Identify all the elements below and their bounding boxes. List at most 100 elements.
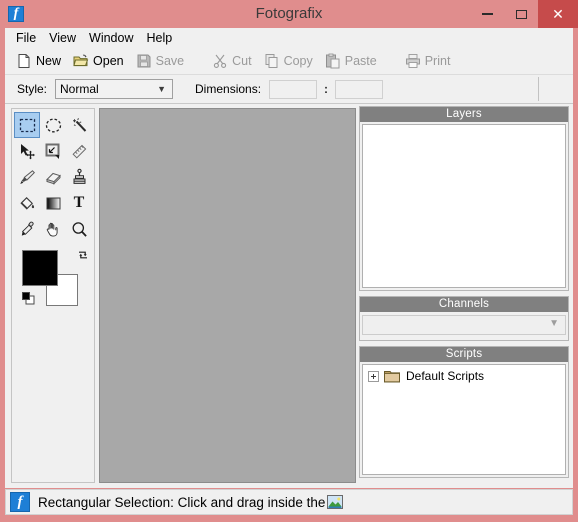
- style-label: Style:: [17, 82, 48, 96]
- right-dock: Layers Channels ▼ Scripts Default Script…: [359, 106, 569, 483]
- move-tool[interactable]: [14, 138, 40, 164]
- tool-options-bar: Style: Normal ▼ Dimensions: :: [5, 75, 573, 104]
- channels-dropdown[interactable]: ▼: [362, 315, 566, 335]
- print-button-label: Print: [424, 54, 451, 68]
- open-folder-icon: [73, 53, 89, 69]
- status-bar: f Rectangular Selection: Click and drag …: [5, 489, 573, 515]
- menu-item-file[interactable]: File: [12, 28, 45, 48]
- open-button-label: Open: [93, 54, 124, 68]
- eraser-tool[interactable]: [40, 164, 66, 190]
- text-t-icon: T: [73, 194, 85, 211]
- fotografix-f-icon: f: [10, 492, 30, 512]
- tool-palette: T: [11, 108, 95, 483]
- folder-icon: [384, 369, 400, 383]
- cut-button-label: Cut: [232, 54, 252, 68]
- layers-panel-title: Layers: [360, 107, 568, 122]
- print-button[interactable]: Print: [399, 50, 457, 72]
- new-page-icon: [16, 53, 32, 69]
- paintbrush-icon: [18, 168, 37, 187]
- style-dropdown[interactable]: Normal ▼: [55, 79, 174, 99]
- plus-expander-icon[interactable]: [368, 370, 379, 382]
- style-dropdown-value: Normal: [60, 82, 99, 96]
- crop-tool[interactable]: [40, 138, 66, 164]
- image-thumbnail-icon: [327, 494, 344, 510]
- open-button[interactable]: Open: [67, 50, 130, 72]
- dimension-separator: :: [324, 82, 329, 96]
- eraser-icon: [44, 168, 63, 187]
- elliptical-selection-tool[interactable]: [40, 112, 66, 138]
- eyedropper-icon: [18, 220, 37, 239]
- paste-icon: [325, 53, 341, 69]
- status-icon-glyph: f: [17, 494, 23, 510]
- copy-button[interactable]: Copy: [258, 50, 319, 72]
- menu-item-window[interactable]: Window: [85, 28, 142, 48]
- copy-button-label: Copy: [283, 54, 313, 68]
- chevron-down-icon: ▼: [157, 84, 167, 94]
- clone-stamp-icon: [70, 168, 89, 187]
- copy-icon: [264, 53, 280, 69]
- brush-tool[interactable]: [14, 164, 40, 190]
- window-controls: ✕: [470, 0, 578, 28]
- close-icon: ✕: [552, 6, 564, 22]
- close-button[interactable]: ✕: [538, 0, 578, 28]
- dimension-width-input[interactable]: [269, 79, 318, 99]
- magnifier-icon: [70, 220, 89, 239]
- status-message: Rectangular Selection: Click and drag in…: [38, 494, 326, 510]
- magic-wand-icon: [70, 116, 89, 135]
- menu-item-help[interactable]: Help: [143, 28, 182, 48]
- swap-colors-icon[interactable]: [76, 248, 90, 262]
- app-icon-glyph: f: [13, 6, 19, 21]
- color-picker-swatches: [22, 250, 87, 306]
- clone-stamp-tool[interactable]: [66, 164, 92, 190]
- layers-panel: Layers: [359, 106, 569, 291]
- cut-button[interactable]: Cut: [206, 50, 257, 72]
- paint-bucket-tool[interactable]: [14, 190, 40, 216]
- rectangular-marquee-icon: [18, 116, 37, 135]
- new-button-label: New: [36, 54, 62, 68]
- zoom-tool[interactable]: [66, 216, 92, 242]
- crop-icon: [44, 142, 63, 161]
- printer-icon: [405, 53, 421, 69]
- title-bar: f Fotografix ✕: [0, 0, 578, 28]
- measure-tool[interactable]: [66, 138, 92, 164]
- hand-tool[interactable]: [40, 216, 66, 242]
- default-colors-icon[interactable]: [22, 292, 35, 305]
- client-area: File View Window Help New Open Save Cut …: [5, 28, 573, 488]
- text-tool[interactable]: T: [66, 190, 92, 216]
- tree-item-label: Default Scripts: [406, 369, 485, 383]
- gradient-tool[interactable]: [40, 190, 66, 216]
- maximize-icon: [515, 9, 527, 19]
- paste-button-label: Paste: [344, 54, 377, 68]
- save-button[interactable]: Save: [130, 50, 191, 72]
- menu-bar: File View Window Help: [5, 28, 573, 48]
- paint-bucket-icon: [18, 194, 37, 213]
- scripts-panel-title: Scripts: [360, 347, 568, 362]
- menu-item-view[interactable]: View: [45, 28, 85, 48]
- paste-button[interactable]: Paste: [319, 50, 383, 72]
- magic-wand-tool[interactable]: [66, 112, 92, 138]
- move-arrow-icon: [18, 142, 37, 161]
- canvas-workspace[interactable]: [99, 108, 356, 483]
- save-button-label: Save: [155, 54, 185, 68]
- layers-list[interactable]: [362, 124, 566, 288]
- maximize-button[interactable]: [504, 0, 538, 28]
- minimize-icon: [481, 13, 493, 15]
- options-bar-separator: [538, 77, 539, 101]
- tool-grid: T: [12, 109, 94, 242]
- dimensions-label: Dimensions:: [195, 82, 262, 96]
- eyedropper-tool[interactable]: [14, 216, 40, 242]
- tree-item-default-scripts[interactable]: Default Scripts: [363, 365, 565, 383]
- foreground-color-swatch[interactable]: [22, 250, 58, 286]
- ruler-icon: [70, 142, 89, 161]
- elliptical-marquee-icon: [44, 116, 63, 135]
- save-floppy-icon: [136, 53, 152, 69]
- rectangular-selection-tool[interactable]: [14, 112, 40, 138]
- channels-panel-title: Channels: [360, 297, 568, 312]
- dimension-height-input[interactable]: [335, 79, 384, 99]
- application-window: f Fotografix ✕ File View Window Help New…: [0, 0, 578, 522]
- scripts-tree[interactable]: Default Scripts: [362, 364, 566, 475]
- new-button[interactable]: New: [10, 50, 67, 72]
- main-toolbar: New Open Save Cut Copy Paste Print: [5, 48, 573, 75]
- chevron-down-icon: ▼: [549, 318, 559, 329]
- minimize-button[interactable]: [470, 0, 504, 28]
